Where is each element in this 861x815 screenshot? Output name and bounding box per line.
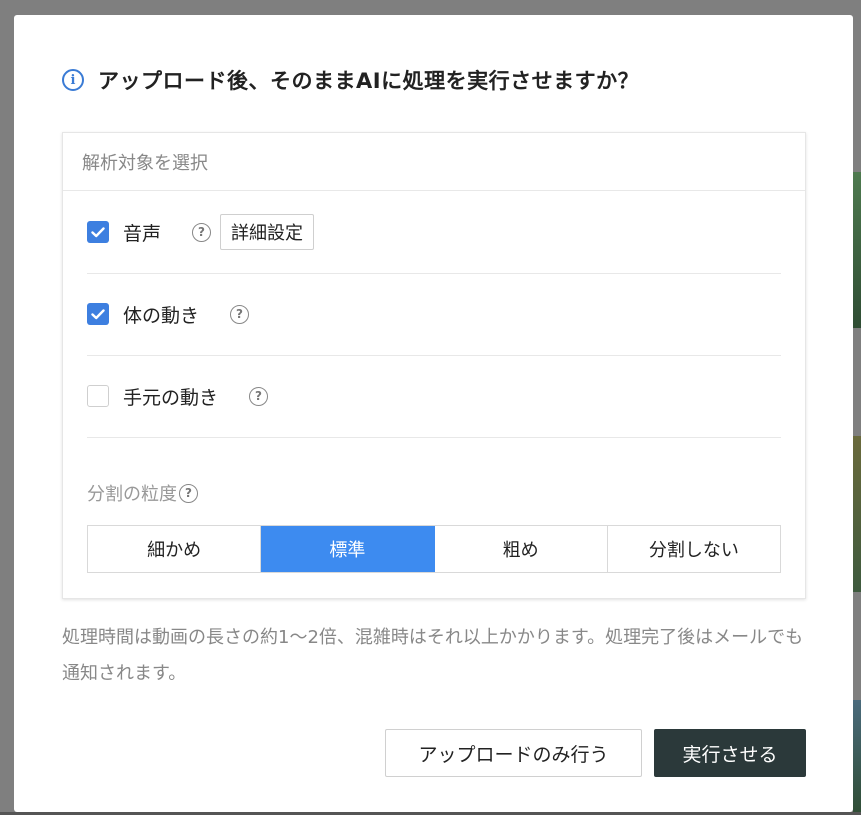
processing-note: 処理時間は動画の長さの約1〜2倍、混雑時はそれ以上かかります。処理完了後はメール… — [62, 627, 804, 684]
upload-only-button[interactable]: アップロードのみ行う — [385, 729, 642, 777]
granularity-option-standard[interactable]: 標準 — [261, 526, 435, 572]
granularity-option-none[interactable]: 分割しない — [607, 526, 780, 572]
body-motion-checkbox[interactable] — [87, 303, 109, 325]
dialog-title: アップロード後、そのままAIに処理を実行させますか？ — [98, 69, 640, 93]
help-icon[interactable]: ? — [192, 222, 212, 242]
help-icon[interactable]: ? — [179, 483, 198, 503]
detail-settings-button[interactable]: 詳細設定 — [220, 214, 315, 250]
run-button[interactable]: 実行させる — [654, 729, 806, 777]
info-icon: i — [62, 69, 84, 91]
option-hand-motion: 手元の動き ? — [87, 355, 781, 438]
audio-checkbox[interactable] — [87, 221, 109, 243]
checkmark-icon — [91, 308, 105, 319]
background-thumbnail — [853, 172, 861, 328]
hand-motion-label[interactable]: 手元の動き — [123, 383, 218, 410]
upload-dialog: i アップロード後、そのままAIに処理を実行させますか？ 解析対象を選択 音声 … — [14, 15, 853, 812]
granularity-label-text: 分割の粒度 — [87, 484, 177, 505]
granularity-option-fine[interactable]: 細かめ — [88, 526, 262, 572]
background-thumbnail — [853, 700, 861, 815]
option-body-motion: 体の動き ? — [87, 273, 781, 356]
help-icon[interactable]: ? — [230, 304, 250, 324]
granularity-label: 分割の粒度 ? — [87, 480, 198, 506]
help-icon[interactable]: ? — [249, 386, 269, 406]
panel-header: 解析対象を選択 — [63, 133, 805, 191]
audio-label[interactable]: 音声 — [123, 219, 161, 246]
hand-motion-checkbox[interactable] — [87, 385, 109, 407]
dialog-header: i アップロード後、そのままAIに処理を実行させますか？ — [62, 65, 639, 95]
option-audio: 音声 ? 詳細設定 — [87, 191, 781, 274]
analysis-target-panel: 解析対象を選択 音声 ? 詳細設定 体の動き ? 手元の動き ? 分割の粒度 ?… — [62, 132, 806, 599]
body-motion-label[interactable]: 体の動き — [123, 301, 199, 328]
background-thumbnail — [853, 436, 861, 592]
granularity-option-coarse[interactable]: 粗め — [434, 526, 608, 572]
granularity-selector: 細かめ 標準 粗め 分割しない — [87, 525, 781, 573]
checkmark-icon — [91, 226, 105, 237]
